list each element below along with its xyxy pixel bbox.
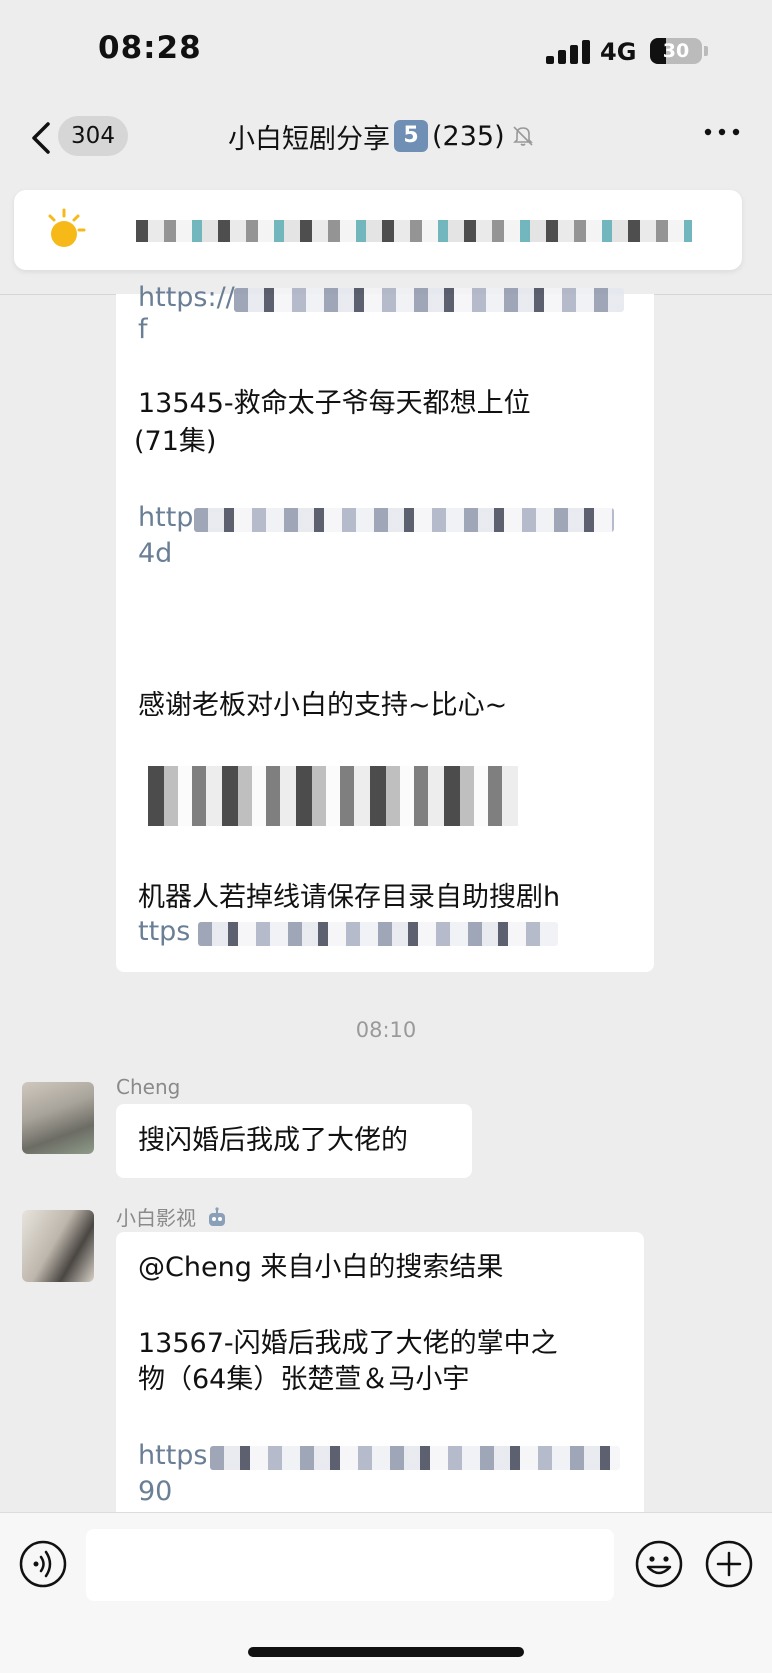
pixelated-link [194, 508, 614, 532]
pixelated-content [148, 766, 518, 826]
pixelated-link [210, 1446, 620, 1470]
chat-timestamp: 08:10 [355, 1018, 417, 1042]
battery-level: 30 [662, 40, 690, 62]
avatar[interactable] [22, 1210, 94, 1282]
chat-title[interactable]: 小白短剧分享 5 (235) [228, 114, 535, 158]
pixelated-link [198, 922, 558, 946]
message-input[interactable] [86, 1529, 614, 1601]
sender-name: 小白影视 [116, 1202, 228, 1231]
sender-name: Cheng [116, 1075, 181, 1099]
sun-icon [48, 208, 86, 247]
robot-icon [209, 1207, 226, 1226]
message-link[interactable]: f [138, 312, 148, 348]
input-bar [0, 1512, 772, 1673]
more-icon[interactable] [702, 122, 742, 142]
status-bar: 08:28 4G 30 [0, 0, 772, 100]
status-time: 08:28 [98, 30, 202, 66]
emoji-icon[interactable] [634, 1539, 684, 1589]
robot-notice-text: 机器人若掉线请保存目录自助搜剧h [138, 882, 561, 913]
search-result-header: @Cheng 来自小白的搜索结果 [138, 1252, 504, 1283]
message-link[interactable]: 4d [138, 536, 172, 572]
drama-info: 物（64集）张楚萱＆马小宇 [138, 1364, 470, 1395]
pixelated-notice-text [136, 220, 692, 242]
message-text: 搜闪婚后我成了大佬的 [138, 1125, 408, 1156]
chat-title-text: 小白短剧分享 [228, 123, 390, 155]
message-link[interactable]: http [138, 500, 193, 536]
network-type: 4G [600, 38, 637, 66]
message-link[interactable]: ttps [138, 914, 190, 950]
drama-title: 13567-闪婚后我成了大佬的掌中之 [138, 1328, 558, 1359]
battery-icon: 30 [650, 38, 708, 64]
voice-icon[interactable] [18, 1539, 68, 1589]
title-number-badge: 5 [394, 120, 428, 152]
pixelated-link [234, 288, 624, 312]
pinned-notice[interactable] [14, 190, 742, 270]
signal-icon [546, 40, 590, 64]
chat-header: 304 小白短剧分享 5 (235) [0, 100, 772, 186]
member-count: (235) [432, 120, 505, 152]
message-link[interactable]: https [138, 1438, 208, 1474]
sender-name-text: 小白影视 [116, 1206, 196, 1230]
plus-icon[interactable] [704, 1539, 754, 1589]
message-bubble[interactable]: @Cheng 来自小白的搜索结果 13567-闪婚后我成了大佬的掌中之 物（64… [116, 1232, 644, 1522]
unread-count-badge[interactable]: 304 [58, 116, 128, 156]
avatar[interactable] [22, 1082, 94, 1154]
drama-title: 13545-救命太子爷每天都想上位 [138, 388, 531, 419]
thanks-text: 感谢老板对小白的支持~比心~ [138, 690, 508, 721]
message-bubble[interactable]: https:// f 13545-救命太子爷每天都想上位 (71集) http … [116, 282, 654, 972]
back-icon[interactable] [28, 120, 56, 156]
drama-episodes: (71集) [134, 426, 217, 457]
message-link[interactable]: 90 [138, 1474, 172, 1510]
message-bubble[interactable]: 搜闪婚后我成了大佬的 [116, 1104, 472, 1178]
home-indicator[interactable] [248, 1647, 524, 1657]
mute-icon [512, 126, 533, 146]
message-link[interactable]: https:// [138, 280, 235, 316]
